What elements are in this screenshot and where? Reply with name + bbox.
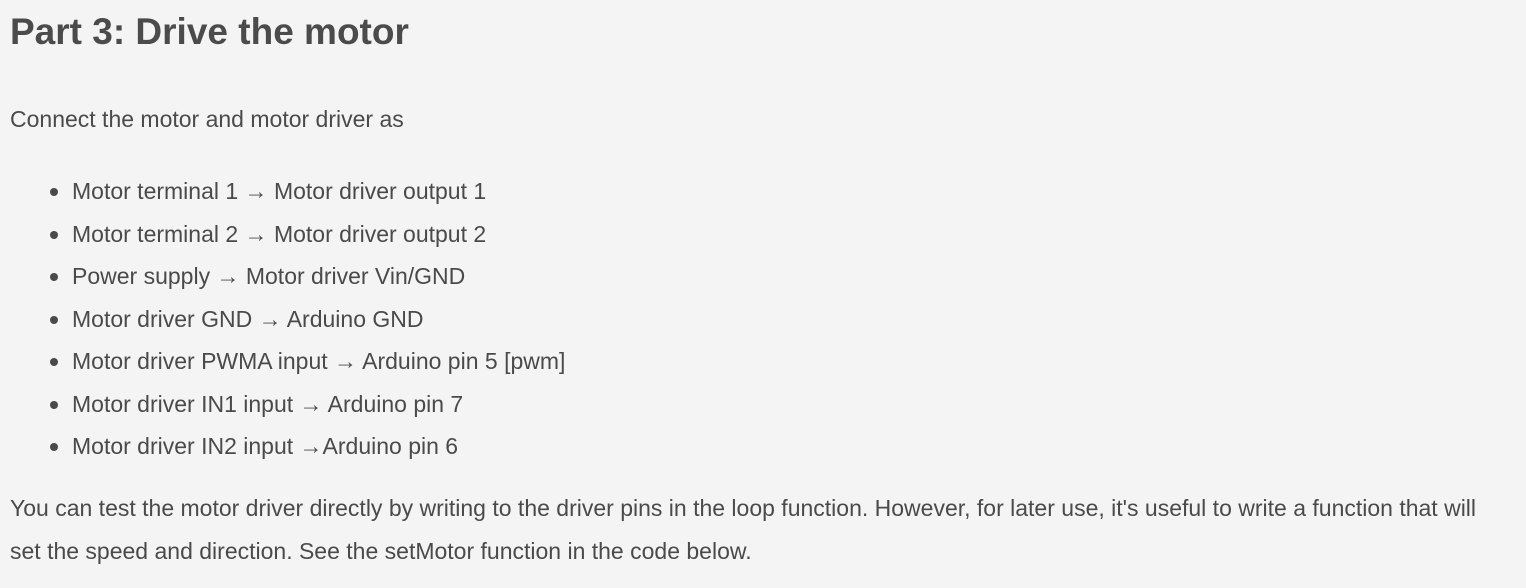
list-item: Motor driver IN2 input →Arduino pin 6 bbox=[50, 425, 565, 468]
list-item: Power supply → Motor driver Vin/GND bbox=[50, 255, 565, 298]
list-item-text: Motor driver PWMA input → Arduino pin 5 … bbox=[72, 348, 566, 374]
list-item: Motor driver IN1 input → Arduino pin 7 bbox=[50, 383, 565, 426]
list-item-text: Motor terminal 1 → Motor driver output 1 bbox=[72, 178, 487, 204]
bullet-icon bbox=[50, 400, 58, 409]
bullet-icon bbox=[50, 358, 58, 366]
bullet-icon bbox=[50, 443, 58, 451]
list-item-text: Power supply → Motor driver Vin/GND bbox=[72, 263, 466, 289]
bullet-icon bbox=[50, 315, 58, 324]
section-heading: Part 3: Drive the motor bbox=[10, 11, 409, 52]
body-paragraph: You can test the motor driver directly b… bbox=[10, 495, 1477, 564]
list-item: Motor driver PWMA input → Arduino pin 5 … bbox=[50, 340, 566, 383]
bullet-icon bbox=[50, 188, 58, 196]
bullet-icon bbox=[50, 273, 58, 281]
list-item: Motor driver GND → Arduino GND bbox=[50, 298, 565, 341]
list-item-text: Motor driver IN2 input →Arduino pin 6 bbox=[72, 433, 459, 459]
intro-text: Connect the motor and motor driver as bbox=[10, 106, 404, 132]
list-item-text: Motor driver IN1 input → Arduino pin 7 bbox=[72, 390, 464, 417]
connection-list: Motor terminal 1 → Motor driver output 1… bbox=[0, 170, 565, 468]
list-item-text: Motor terminal 2 → Motor driver output 2 bbox=[72, 220, 487, 247]
list-item-text: Motor driver GND → Arduino GND bbox=[72, 305, 424, 332]
list-item: Motor terminal 2 → Motor driver output 2 bbox=[50, 213, 565, 256]
list-item: Motor terminal 1 → Motor driver output 1 bbox=[50, 170, 565, 213]
bullet-icon bbox=[50, 230, 58, 239]
